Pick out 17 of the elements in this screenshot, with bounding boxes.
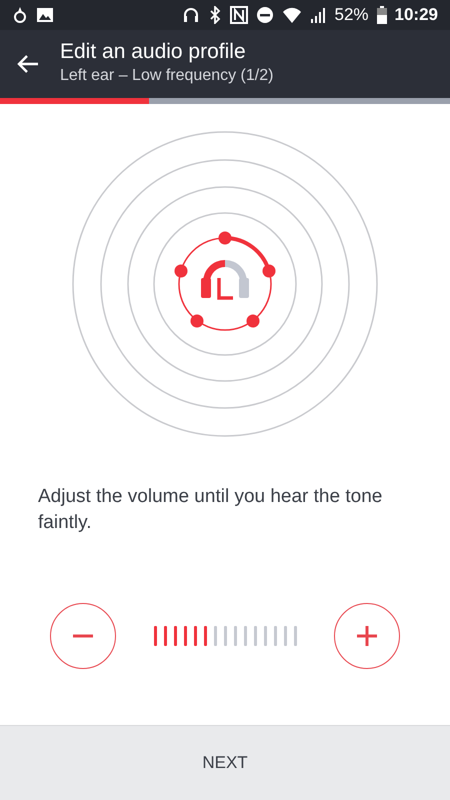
- notification-icon: [12, 6, 28, 24]
- nfc-icon: [230, 6, 248, 24]
- minus-icon: [73, 634, 93, 638]
- battery-percentage: 52%: [334, 4, 369, 26]
- screen-title: Edit an audio profile: [60, 40, 247, 64]
- instruction-text: Adjust the volume until you hear the tone faintly.: [37, 485, 384, 535]
- bluetooth-icon: [208, 6, 222, 24]
- battery-icon: [376, 6, 387, 24]
- do-not-disturb-icon: [256, 6, 274, 24]
- headphones-icon: [182, 6, 200, 24]
- image-icon: [36, 6, 54, 24]
- screen-subtitle: Left ear – Low frequency (1/2): [60, 66, 274, 86]
- wifi-icon: [282, 6, 302, 24]
- signal-icon: [310, 6, 326, 24]
- clock: 10:29: [394, 4, 438, 26]
- next-button[interactable]: NEXT: [196, 749, 254, 777]
- plus-icon: [357, 626, 377, 646]
